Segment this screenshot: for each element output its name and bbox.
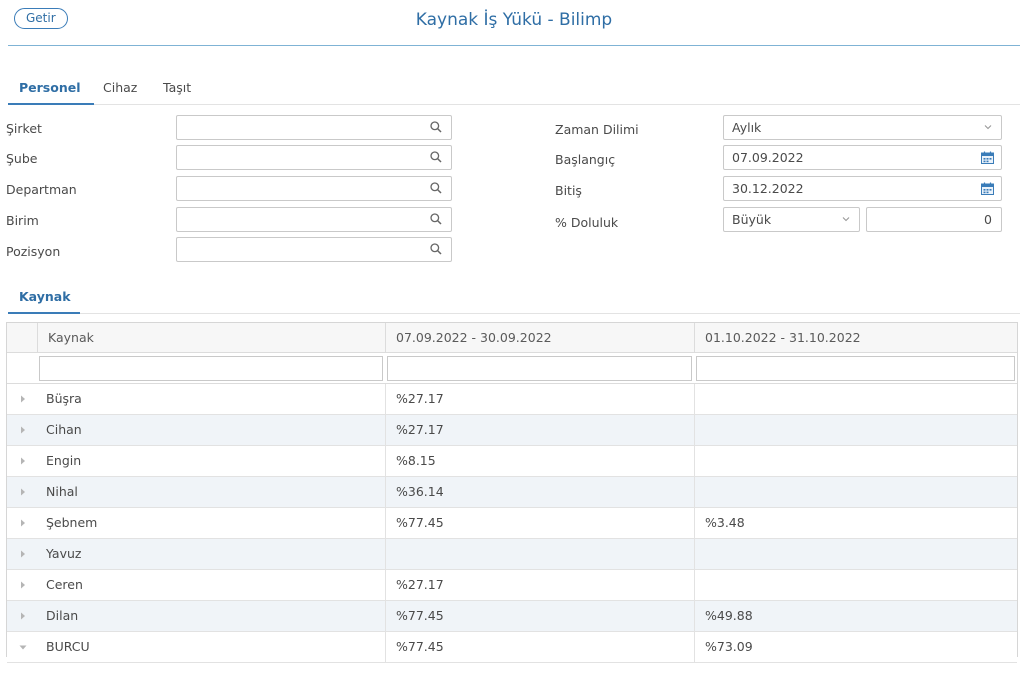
table-row[interactable]: Engin %8.15 — [7, 446, 1017, 477]
row-period-1: %36.14 — [385, 477, 694, 507]
row-period-2 — [694, 570, 1017, 600]
doluluk-value-input[interactable]: 0 — [866, 207, 1002, 232]
row-period-2 — [694, 477, 1017, 507]
sirket-label: Şirket — [6, 121, 42, 136]
row-period-1: %27.17 — [385, 570, 694, 600]
caret-right-icon[interactable] — [19, 581, 27, 589]
grid-header: Kaynak 07.09.2022 - 30.09.2022 01.10.202… — [7, 323, 1017, 353]
table-row[interactable]: Nihal %36.14 — [7, 477, 1017, 508]
sube-label: Şube — [6, 151, 38, 166]
table-row[interactable]: Şebnem %77.45 %3.48 — [7, 508, 1017, 539]
grid-filter-row — [7, 353, 1017, 384]
row-name: Cihan — [46, 422, 82, 437]
active-tab-indicator — [8, 103, 94, 105]
row-period-1: %8.15 — [385, 446, 694, 476]
search-icon[interactable] — [429, 150, 443, 164]
departman-label: Departman — [6, 182, 77, 197]
search-icon[interactable] — [429, 212, 443, 226]
row-name: Dilan — [46, 608, 79, 623]
row-period-1: %77.45 — [385, 508, 694, 538]
doluluk-operator-select[interactable]: Büyük — [723, 207, 860, 232]
pozisyon-label: Pozisyon — [6, 244, 61, 259]
period-1-filter-input[interactable] — [387, 356, 692, 381]
calendar-icon[interactable] — [980, 150, 995, 165]
section-tab-indicator — [8, 312, 80, 314]
sirket-lookup-input[interactable] — [176, 115, 452, 140]
bitis-label: Bitiş — [555, 183, 582, 198]
row-name: Engin — [46, 453, 82, 468]
doluluk-value: 0 — [984, 212, 992, 227]
section-title-kaynak[interactable]: Kaynak — [19, 289, 71, 304]
table-row[interactable]: Cihan %27.17 — [7, 415, 1017, 446]
caret-right-icon[interactable] — [19, 395, 27, 403]
caret-right-icon[interactable] — [19, 426, 27, 434]
row-period-1: %77.45 — [385, 601, 694, 631]
section-divider — [8, 313, 1020, 314]
row-name: Nihal — [46, 484, 78, 499]
bitis-value: 30.12.2022 — [732, 181, 804, 196]
pozisyon-lookup-input[interactable] — [176, 237, 452, 262]
zaman-dilimi-label: Zaman Dilimi — [555, 122, 639, 137]
table-row[interactable]: BURCU %77.45 %73.09 — [7, 632, 1017, 663]
row-name: Yavuz — [46, 546, 82, 561]
caret-right-icon[interactable] — [19, 612, 27, 620]
caret-right-icon[interactable] — [19, 457, 27, 465]
row-period-2: %49.88 — [694, 601, 1017, 631]
calendar-icon[interactable] — [980, 181, 995, 196]
row-period-2 — [694, 384, 1017, 414]
column-header-period-1[interactable]: 07.09.2022 - 30.09.2022 — [385, 323, 694, 353]
kaynak-filter-input[interactable] — [39, 356, 383, 381]
chevron-down-icon — [984, 125, 992, 130]
row-period-2 — [694, 446, 1017, 476]
table-row[interactable]: Yavuz — [7, 539, 1017, 570]
birim-label: Birim — [6, 213, 39, 228]
departman-lookup-input[interactable] — [176, 176, 452, 201]
doluluk-label: % Doluluk — [555, 215, 619, 230]
column-header-kaynak[interactable]: Kaynak — [37, 323, 385, 353]
row-period-2: %3.48 — [694, 508, 1017, 538]
caret-right-icon[interactable] — [19, 519, 27, 527]
row-period-1: %27.17 — [385, 384, 694, 414]
tab-tasit[interactable]: Taşıt — [163, 80, 191, 95]
page-title: Kaynak İş Yükü - Bilimp — [415, 10, 613, 30]
search-icon[interactable] — [429, 181, 443, 195]
zaman-dilimi-value: Aylık — [732, 120, 762, 135]
row-period-1 — [385, 539, 694, 569]
chevron-down-icon — [842, 217, 850, 222]
search-icon[interactable] — [429, 242, 443, 256]
tab-personel[interactable]: Personel — [19, 80, 81, 95]
zaman-dilimi-select[interactable]: Aylık — [723, 115, 1002, 140]
baslangic-label: Başlangıç — [555, 152, 616, 167]
birim-lookup-input[interactable] — [176, 207, 452, 232]
row-period-2 — [694, 539, 1017, 569]
baslangic-date-input[interactable]: 07.09.2022 — [723, 145, 1002, 170]
table-row[interactable]: Ceren %27.17 — [7, 570, 1017, 601]
row-name: Ceren — [46, 577, 83, 592]
page-header: Getir Kaynak İş Yükü - Bilimp — [8, 0, 1020, 46]
baslangic-value: 07.09.2022 — [732, 150, 804, 165]
row-period-2: %73.09 — [694, 632, 1017, 662]
row-name: Büşra — [46, 391, 82, 406]
row-period-1: %27.17 — [385, 415, 694, 445]
search-icon[interactable] — [429, 120, 443, 134]
caret-right-icon[interactable] — [19, 550, 27, 558]
tab-cihaz[interactable]: Cihaz — [103, 80, 137, 95]
row-name: BURCU — [46, 639, 90, 654]
resource-type-tabs: Personel Cihaz Taşıt — [8, 73, 1020, 105]
table-row[interactable]: Dilan %77.45 %49.88 — [7, 601, 1017, 632]
table-row[interactable]: Büşra %27.17 — [7, 384, 1017, 415]
caret-right-icon[interactable] — [19, 488, 27, 496]
caret-down-icon[interactable] — [19, 643, 27, 651]
kaynak-grid: Kaynak 07.09.2022 - 30.09.2022 01.10.202… — [6, 322, 1018, 663]
row-name: Şebnem — [46, 515, 98, 530]
sube-lookup-input[interactable] — [176, 145, 452, 170]
column-header-period-2[interactable]: 01.10.2022 - 31.10.2022 — [694, 323, 1017, 353]
doluluk-operator-value: Büyük — [732, 212, 772, 227]
period-2-filter-input[interactable] — [696, 356, 1015, 381]
row-period-2 — [694, 415, 1017, 445]
row-period-1: %77.45 — [385, 632, 694, 662]
bitis-date-input[interactable]: 30.12.2022 — [723, 176, 1002, 201]
